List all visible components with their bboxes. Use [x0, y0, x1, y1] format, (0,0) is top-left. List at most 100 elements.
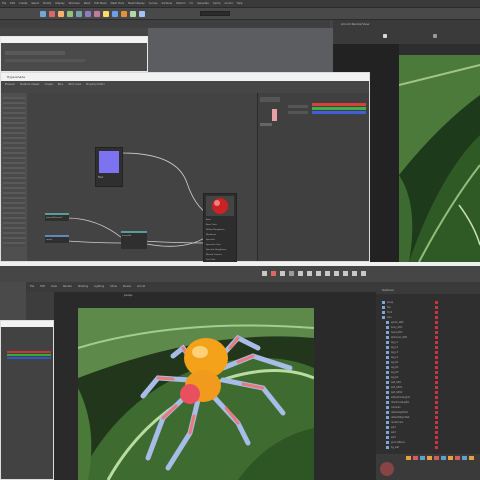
bump-node[interactable]: bump2d1: [121, 231, 147, 249]
channel-bar-r[interactable]: [312, 103, 366, 106]
top-menu-item[interactable]: Edit Mesh: [94, 2, 106, 6]
visibility-icon[interactable]: [435, 361, 438, 364]
visibility-icon[interactable]: [435, 446, 438, 449]
top-menu-item[interactable]: Mesh Display: [128, 2, 145, 6]
visibility-icon[interactable]: [435, 421, 438, 424]
strip-tool-icon[interactable]: [434, 456, 439, 460]
visibility-icon[interactable]: [435, 416, 438, 419]
shader-node[interactable]: Base Base Color Diffuse Roughness Metalness…: [203, 193, 237, 265]
top-menu-item[interactable]: Display: [55, 2, 64, 6]
visibility-icon[interactable]: [435, 321, 438, 324]
visibility-icon[interactable]: [435, 301, 438, 304]
toolbar-tool-icon[interactable]: [130, 11, 136, 17]
visibility-icon[interactable]: [435, 411, 438, 414]
channel-bar-b[interactable]: [312, 111, 366, 114]
visibility-icon[interactable]: [435, 436, 438, 439]
toolbar-tool-icon[interactable]: [58, 11, 64, 17]
visibility-icon[interactable]: [435, 341, 438, 344]
top-menu-item[interactable]: Generate: [197, 2, 209, 6]
viewport-tool-icon[interactable]: [334, 271, 339, 276]
bottom-menu-item[interactable]: Lighting: [94, 285, 104, 289]
toolbar-tool-icon[interactable]: [40, 11, 46, 17]
hypershade-tab[interactable]: Property Editor: [86, 83, 105, 87]
toolbar-tool-icon[interactable]: [85, 11, 91, 17]
texture-node[interactable]: file1: [95, 147, 123, 187]
bottom-menu-item[interactable]: Arnold: [137, 285, 145, 289]
left-channel-b[interactable]: [7, 357, 51, 359]
visibility-icon[interactable]: [435, 336, 438, 339]
viewport-tool-icon[interactable]: [271, 271, 276, 276]
viewport-tool-icon[interactable]: [316, 271, 321, 276]
visibility-icon[interactable]: [435, 351, 438, 354]
visibility-icon[interactable]: [435, 406, 438, 409]
bottom-menu-item[interactable]: Shading: [78, 285, 88, 289]
viewport-tool-icon[interactable]: [343, 271, 348, 276]
visibility-icon[interactable]: [435, 386, 438, 389]
visibility-icon[interactable]: [435, 396, 438, 399]
top-menu-item[interactable]: Windows: [69, 2, 80, 6]
outliner-row[interactable]: bg_leaf: [378, 445, 478, 450]
top-menu-item[interactable]: Cache: [213, 2, 221, 6]
strip-tool-icon[interactable]: [469, 456, 474, 460]
visibility-icon[interactable]: [435, 366, 438, 369]
viewport-tool-icon[interactable]: [289, 271, 294, 276]
top-menu-item[interactable]: Mesh Tools: [111, 2, 125, 6]
visibility-icon[interactable]: [435, 331, 438, 334]
strip-tool-icon[interactable]: [406, 456, 411, 460]
hypershade-tab[interactable]: Work Area: [68, 83, 81, 87]
toolbar-tool-icon[interactable]: [67, 11, 73, 17]
channel-bar-g[interactable]: [312, 107, 366, 110]
hypershade-tab[interactable]: Bins: [58, 83, 63, 87]
top-menu-item[interactable]: Arnold: [225, 2, 233, 6]
toolbar-tool-icon[interactable]: [112, 11, 118, 17]
strip-tool-icon[interactable]: [455, 456, 460, 460]
viewport-tool-icon[interactable]: [307, 271, 312, 276]
place2d-node[interactable]: place2dTexture1: [45, 213, 69, 221]
strip-tool-icon[interactable]: [420, 456, 425, 460]
bottom-menu-item[interactable]: File: [30, 285, 34, 289]
hypershade-tab[interactable]: Create: [45, 83, 53, 87]
top-menu-item[interactable]: Modify: [43, 2, 51, 6]
toolbar-tool-icon[interactable]: [103, 11, 109, 17]
base-color-swatch[interactable]: [272, 109, 277, 121]
toolbar-tool-icon[interactable]: [94, 11, 100, 17]
strip-tool-icon[interactable]: [448, 456, 453, 460]
viewport-tool-icon[interactable]: [280, 271, 285, 276]
toolbar-field[interactable]: [200, 11, 230, 16]
top-menu-item[interactable]: Create: [19, 2, 27, 6]
bottom-menu-item[interactable]: Edit: [40, 285, 45, 289]
viewport[interactable]: persp: [54, 292, 376, 480]
hypershade-tab[interactable]: Material Viewer: [20, 83, 39, 87]
visibility-icon[interactable]: [435, 426, 438, 429]
bottom-menu-item[interactable]: View: [51, 285, 57, 289]
visibility-icon[interactable]: [435, 371, 438, 374]
top-menu-item[interactable]: UV: [190, 2, 194, 6]
visibility-icon[interactable]: [435, 311, 438, 314]
strip-tool-icon[interactable]: [441, 456, 446, 460]
top-menu-item[interactable]: Deform: [176, 2, 185, 6]
top-menu-item[interactable]: Help: [237, 2, 243, 6]
strip-tool-icon[interactable]: [427, 456, 432, 460]
top-menu-item[interactable]: Curves: [149, 2, 158, 6]
visibility-icon[interactable]: [435, 316, 438, 319]
visibility-icon[interactable]: [435, 401, 438, 404]
toolbar-tool-icon[interactable]: [121, 11, 127, 17]
strip-tool-icon[interactable]: [462, 456, 467, 460]
top-menu-item[interactable]: File: [2, 2, 6, 6]
top-menu-item[interactable]: Edit: [10, 2, 15, 6]
viewport-tool-icon[interactable]: [352, 271, 357, 276]
visibility-icon[interactable]: [435, 306, 438, 309]
visibility-icon[interactable]: [435, 346, 438, 349]
toolbar-tool-icon[interactable]: [76, 11, 82, 17]
toolbar-tool-icon[interactable]: [139, 11, 145, 17]
hypershade-tab[interactable]: Browser: [5, 83, 15, 87]
bottom-menu-item[interactable]: Panels: [123, 285, 131, 289]
bottom-menu-item[interactable]: Render: [63, 285, 72, 289]
viewport-tool-icon[interactable]: [325, 271, 330, 276]
viewport-tool-icon[interactable]: [262, 271, 267, 276]
viewport-tool-icon[interactable]: [361, 271, 366, 276]
snapshot-icon[interactable]: [433, 34, 437, 38]
left-channel-r[interactable]: [7, 351, 51, 353]
strip-tool-icon[interactable]: [413, 456, 418, 460]
top-menu-item[interactable]: Select: [31, 2, 39, 6]
